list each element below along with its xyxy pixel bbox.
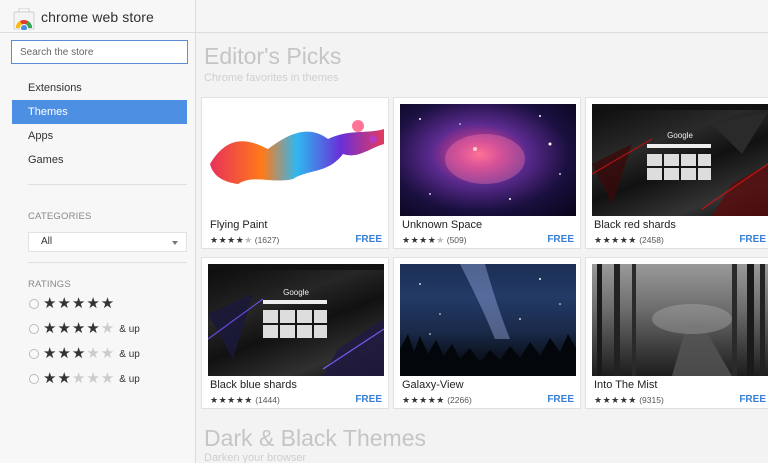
theme-rating: ★★★★★ (9315): [594, 395, 664, 406]
rating-filter-5-stars[interactable]: ★★★★★: [29, 296, 115, 312]
rating-count: (1627): [254, 235, 280, 245]
rating-count: (2266): [447, 395, 472, 405]
theme-name: Black red shards: [594, 219, 676, 231]
theme-card-into-the-mist[interactable]: Into The Mist ★★★★★ (9315) FREE: [585, 257, 768, 409]
radio-button[interactable]: [29, 349, 39, 359]
section-subtitle: Darken your browser: [204, 452, 307, 463]
price-label: FREE: [739, 394, 766, 405]
theme-card-unknown-space[interactable]: Unknown Space ★★★★★ (509) FREE: [393, 97, 581, 249]
ratings-label: RATINGS: [28, 279, 71, 290]
price-label: FREE: [547, 234, 574, 245]
search-input[interactable]: [11, 40, 188, 64]
five-stars-icon: ★★★★★: [43, 295, 116, 312]
rating-filter-3-stars[interactable]: ★★★★★ & up: [29, 346, 140, 362]
and-up-label: & up: [119, 373, 140, 385]
three-stars-icon: ★★★★★: [43, 345, 116, 362]
theme-name: Flying Paint: [210, 219, 268, 231]
rating-count: (9315): [639, 395, 664, 405]
category-selected-value: All: [41, 236, 53, 247]
rating-count: (1444): [255, 395, 280, 405]
sidebar: chrome web store Extensions Themes Apps …: [0, 0, 196, 463]
into-the-mist-thumbnail: [592, 264, 768, 376]
galaxy-view-thumbnail: [400, 264, 576, 376]
theme-card-black-blue-shards[interactable]: Google Black blue shards ★★★★★ (1444) FR…: [201, 257, 389, 409]
theme-name: Unknown Space: [402, 219, 483, 231]
black-blue-shards-thumbnail: Google: [208, 264, 384, 376]
store-title: chrome web store: [41, 9, 154, 25]
sidebar-divider: [28, 184, 187, 185]
four-half-stars-icon: ★★★★★: [594, 235, 637, 245]
sidebar-item-extensions[interactable]: Extensions: [12, 76, 187, 100]
top-bar: [196, 0, 768, 33]
category-select[interactable]: All: [28, 232, 187, 252]
theme-rating: ★★★★★ (509): [402, 235, 467, 245]
store-header: chrome web store: [0, 0, 196, 33]
main-content: Editor's Picks Chrome favorites in theme…: [196, 33, 768, 463]
and-up-label: & up: [119, 323, 140, 335]
radio-button[interactable]: [29, 299, 39, 309]
price-label: FREE: [355, 234, 382, 245]
theme-rating: ★★★★★ (1627): [210, 235, 280, 245]
section-subtitle: Chrome favorites in themes: [204, 72, 339, 84]
five-stars-icon: ★★★★★: [594, 395, 637, 405]
radio-button[interactable]: [29, 324, 39, 334]
sidebar-item-games[interactable]: Games: [12, 148, 187, 172]
price-label: FREE: [547, 394, 574, 405]
categories-label: CATEGORIES: [28, 211, 92, 222]
sidebar-divider: [28, 262, 187, 263]
and-up-label: & up: [119, 348, 140, 360]
four-half-stars-icon: ★★★★★: [210, 395, 253, 405]
chrome-web-store-logo[interactable]: [12, 8, 36, 30]
four-stars-icon: ★★★★: [210, 235, 245, 245]
rating-filter-4-stars[interactable]: ★★★★★ & up: [29, 321, 140, 337]
sidebar-item-apps[interactable]: Apps: [12, 124, 187, 148]
price-label: FREE: [355, 394, 382, 405]
theme-name: Into The Mist: [594, 379, 658, 391]
rating-count: (509): [446, 235, 467, 245]
theme-name: Black blue shards: [210, 379, 297, 391]
flying-paint-thumbnail: [208, 104, 384, 216]
theme-card-flying-paint[interactable]: Flying Paint ★★★★★ (1627) FREE: [201, 97, 389, 249]
sidebar-item-themes[interactable]: Themes: [12, 100, 187, 124]
theme-rating: ★★★★★ (2458): [594, 235, 664, 246]
theme-rating: ★★★★★ (1444): [210, 395, 280, 406]
theme-name: Galaxy-View: [402, 379, 464, 391]
two-stars-icon: ★★★★★: [43, 370, 116, 387]
four-stars-icon: ★★★★★: [43, 320, 116, 337]
chevron-down-icon: [172, 241, 178, 245]
four-stars-icon: ★★★★: [402, 235, 437, 245]
price-label: FREE: [739, 234, 766, 245]
google-wordmark: Google: [283, 288, 309, 297]
radio-button[interactable]: [29, 374, 39, 384]
section-title-editors-picks: Editor's Picks: [204, 43, 342, 69]
theme-card-galaxy-view[interactable]: Galaxy-View ★★★★★ (2266) FREE: [393, 257, 581, 409]
theme-rating: ★★★★★ (2266): [402, 395, 472, 406]
rating-filter-2-stars[interactable]: ★★★★★ & up: [29, 371, 140, 387]
section-title-dark-black-themes: Dark & Black Themes: [204, 425, 426, 451]
rating-count: (2458): [639, 235, 664, 245]
google-wordmark: Google: [667, 131, 693, 140]
theme-card-black-red-shards[interactable]: Google Black red shards ★★★★★ (2458) FRE…: [585, 97, 768, 249]
unknown-space-thumbnail: [400, 104, 576, 216]
four-half-stars-icon: ★★★★★: [402, 395, 445, 405]
black-red-shards-thumbnail: Google: [592, 104, 768, 216]
